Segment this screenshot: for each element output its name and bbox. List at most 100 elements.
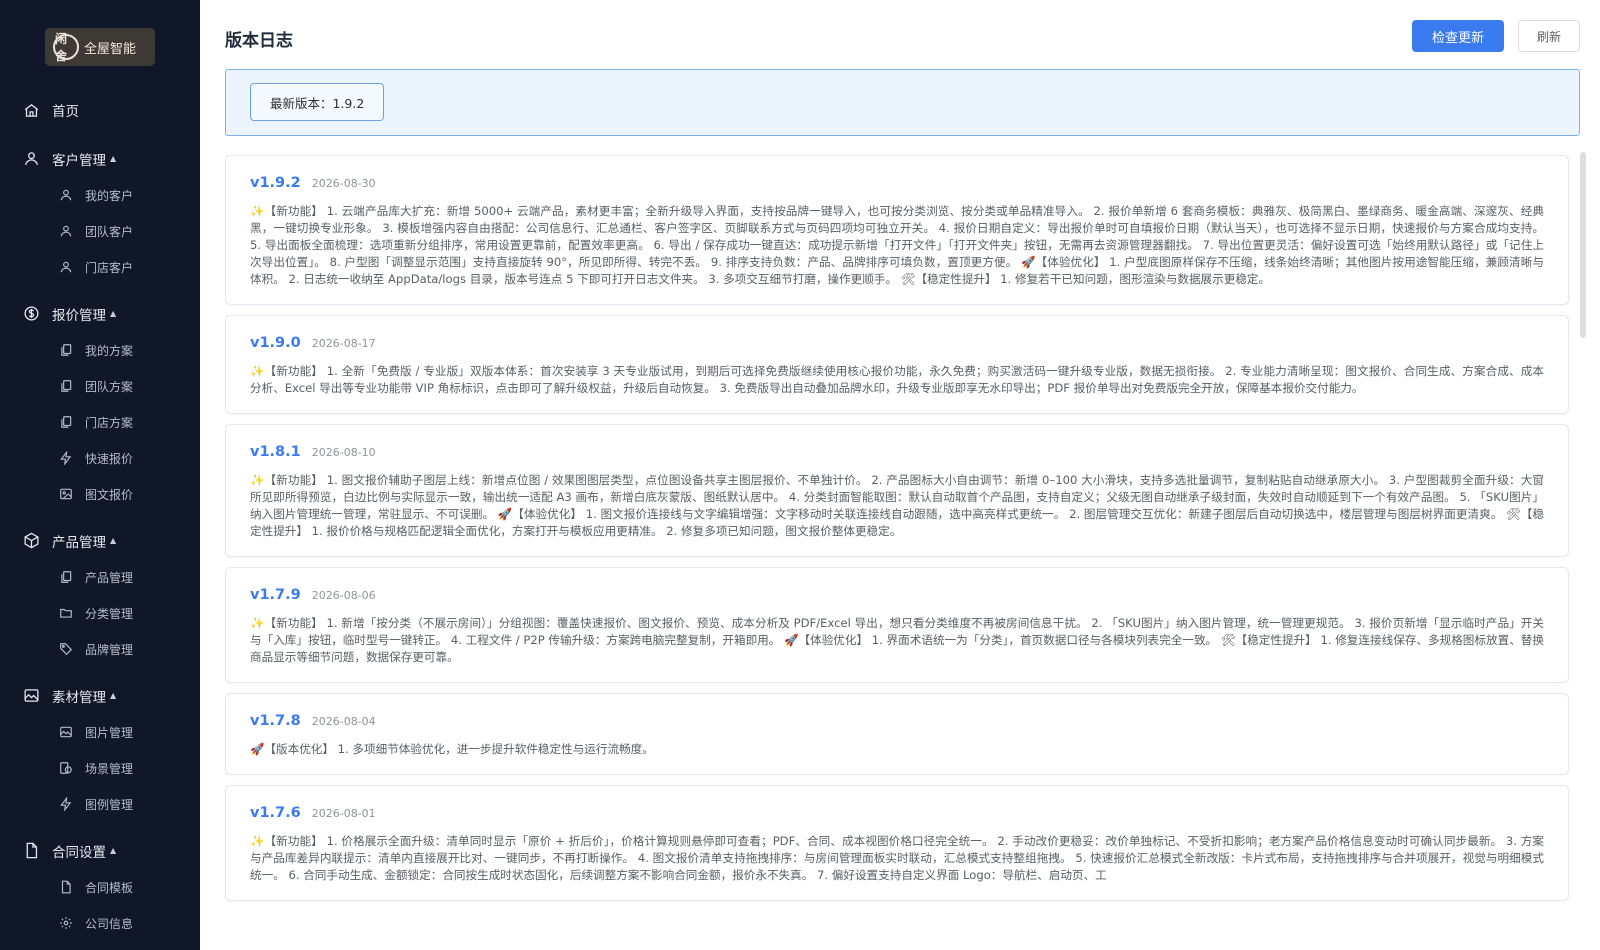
sidebar-item-label: 分类管理	[85, 606, 134, 621]
caret-up-icon: ▲	[110, 309, 117, 318]
copy-icon	[58, 415, 73, 430]
entry-date: 2026-08-06	[311, 589, 376, 602]
entry-version: v1.7.8	[250, 713, 301, 729]
box-icon	[22, 532, 40, 550]
sidebar-item-label: 团队方案	[85, 379, 134, 394]
document-icon	[22, 842, 40, 860]
document-icon	[58, 880, 73, 895]
sidebar-item-contract-template[interactable]: 合同模板	[0, 869, 200, 905]
caret-up-icon: ▲	[110, 846, 117, 855]
home-icon	[22, 101, 40, 119]
scene-icon	[58, 761, 73, 776]
sidebar-item-label: 合同模板	[85, 880, 134, 895]
dollar-circle-icon	[22, 305, 40, 323]
scrollbar-thumb[interactable]	[1580, 152, 1586, 338]
sidebar-item-label: 品牌管理	[85, 642, 134, 657]
check-update-button[interactable]: 检查更新	[1412, 20, 1504, 52]
sidebar-group-label: 合同设置	[52, 844, 106, 861]
changelog-entry: v1.8.1 2026-08-10 ✨【新功能】 1. 图文报价辅助子图层上线：…	[225, 424, 1569, 557]
caret-up-icon: ▲	[110, 154, 117, 163]
changelog-entry: v1.9.2 2026-08-30 ✨【新功能】 1. 云端产品库大扩充：新增 …	[225, 155, 1569, 305]
changelog-entry: v1.7.6 2026-08-01 ✨【新功能】 1. 价格展示全面升级：清单同…	[225, 785, 1569, 901]
changelog-list: v1.9.2 2026-08-30 ✨【新功能】 1. 云端产品库大扩充：新增 …	[225, 155, 1569, 911]
caret-up-icon: ▲	[110, 536, 117, 545]
sidebar-item-category-management[interactable]: 分类管理	[0, 595, 200, 631]
current-version-badge: 最新版本：1.9.2	[250, 83, 385, 121]
entry-date: 2026-08-04	[311, 715, 376, 728]
sidebar-item-legend-management[interactable]: 图例管理	[0, 786, 200, 822]
sidebar-item-label: 图例管理	[85, 797, 134, 812]
refresh-button[interactable]: 刷新	[1518, 20, 1580, 52]
sidebar-group-label: 客户管理	[52, 152, 106, 169]
sidebar-group-label: 素材管理	[52, 689, 106, 706]
page-title: 版本日志	[225, 31, 293, 51]
sidebar-item-label: 公司信息	[85, 916, 134, 931]
sidebar-item-label: 首页	[52, 104, 79, 120]
entry-notes: 🚀【版本优化】 1. 多项细节体验优化，进一步提升软件稳定性与运行流畅度。	[250, 742, 654, 756]
entry-version: v1.8.1	[250, 444, 301, 460]
sidebar-item-label: 我的方案	[85, 343, 134, 358]
main-content: 版本日志 检查更新 刷新 最新版本：1.9.2 v1.9.2 2026-08-3…	[200, 0, 1600, 950]
sidebar-item-store-plans[interactable]: 门店方案	[0, 404, 200, 440]
sidebar-item-image-management[interactable]: 图片管理	[0, 714, 200, 750]
lightning-icon	[58, 797, 73, 812]
sidebar-item-home[interactable]: 首页	[0, 90, 200, 130]
sidebar-group-contracts[interactable]: 合同设置 ▲	[0, 832, 200, 869]
user-icon	[22, 150, 40, 168]
logo-mark: 闲舍	[53, 32, 79, 63]
sidebar-group-customers[interactable]: 客户管理 ▲	[0, 140, 200, 177]
copy-icon	[58, 570, 73, 585]
entry-date: 2026-08-10	[311, 446, 376, 459]
sidebar-item-quick-quote[interactable]: 快速报价	[0, 440, 200, 476]
entry-version: v1.7.9	[250, 587, 301, 603]
entry-date: 2026-08-30	[311, 177, 376, 190]
brand-logo[interactable]: 闲舍 全屋智能	[45, 28, 155, 66]
changelog-entry: v1.7.9 2026-08-06 ✨【新功能】 1. 新增「按分类（不展示房间…	[225, 567, 1569, 683]
sidebar: 闲舍 全屋智能 首页 客户管理 ▲ 我的客户 团队客户 门店客户 报价管理 ▲ …	[0, 0, 200, 950]
entry-version: v1.9.2	[250, 175, 301, 191]
user-icon	[58, 260, 73, 275]
sidebar-item-store-customers[interactable]: 门店客户	[0, 249, 200, 285]
entry-notes: ✨【新功能】 1. 价格展示全面升级：清单同时显示「原价 + 折后价」，价格计算…	[250, 834, 1544, 882]
sidebar-nav: 首页 客户管理 ▲ 我的客户 团队客户 门店客户 报价管理 ▲ 我的方案 团队方…	[0, 90, 200, 941]
sidebar-group-quotes[interactable]: 报价管理 ▲	[0, 295, 200, 332]
tag-icon	[58, 642, 73, 657]
sidebar-item-label: 图文报价	[85, 487, 134, 502]
caret-up-icon: ▲	[110, 691, 117, 700]
sidebar-item-team-plans[interactable]: 团队方案	[0, 368, 200, 404]
sidebar-group-label: 产品管理	[52, 534, 106, 551]
sidebar-item-label: 场景管理	[85, 761, 134, 776]
gear-icon	[58, 916, 73, 931]
sidebar-item-product-management[interactable]: 产品管理	[0, 559, 200, 595]
logo-text: 全屋智能	[84, 41, 137, 57]
sidebar-item-scene-management[interactable]: 场景管理	[0, 750, 200, 786]
sidebar-item-my-customers[interactable]: 我的客户	[0, 177, 200, 213]
picture-icon	[58, 725, 73, 740]
entry-date: 2026-08-17	[311, 337, 376, 350]
copy-icon	[58, 379, 73, 394]
sidebar-item-graphic-quote[interactable]: 图文报价	[0, 476, 200, 512]
sidebar-item-my-plans[interactable]: 我的方案	[0, 332, 200, 368]
entry-notes: ✨【新功能】 1. 新增「按分类（不展示房间）」分组视图：覆盖快速报价、图文报价…	[250, 616, 1544, 664]
lightning-icon	[58, 451, 73, 466]
sidebar-item-label: 图片管理	[85, 725, 134, 740]
changelog-entry: v1.9.0 2026-08-17 ✨【新功能】 1. 全新「免费版 / 专业版…	[225, 315, 1569, 414]
current-version-banner: 最新版本：1.9.2	[225, 69, 1580, 136]
user-icon	[58, 224, 73, 239]
sidebar-item-team-customers[interactable]: 团队客户	[0, 213, 200, 249]
entry-notes: ✨【新功能】 1. 云端产品库大扩充：新增 5000+ 云端产品，素材更丰富；全…	[250, 204, 1544, 286]
sidebar-item-label: 快速报价	[85, 451, 134, 466]
sidebar-item-label: 产品管理	[85, 570, 134, 585]
sidebar-item-brand-management[interactable]: 品牌管理	[0, 631, 200, 667]
sidebar-item-label: 门店方案	[85, 415, 134, 430]
entry-notes: ✨【新功能】 1. 全新「免费版 / 专业版」双版本体系：首次安装享 3 天专业…	[250, 364, 1544, 395]
sidebar-group-products[interactable]: 产品管理 ▲	[0, 522, 200, 559]
folder-icon	[58, 606, 73, 621]
sidebar-item-label: 门店客户	[85, 260, 134, 275]
sidebar-item-label: 我的客户	[85, 188, 134, 203]
sidebar-item-label: 团队客户	[85, 224, 134, 239]
picture-icon	[22, 687, 40, 705]
entry-version: v1.9.0	[250, 335, 301, 351]
sidebar-item-company-info[interactable]: 公司信息	[0, 905, 200, 941]
sidebar-group-materials[interactable]: 素材管理 ▲	[0, 677, 200, 714]
